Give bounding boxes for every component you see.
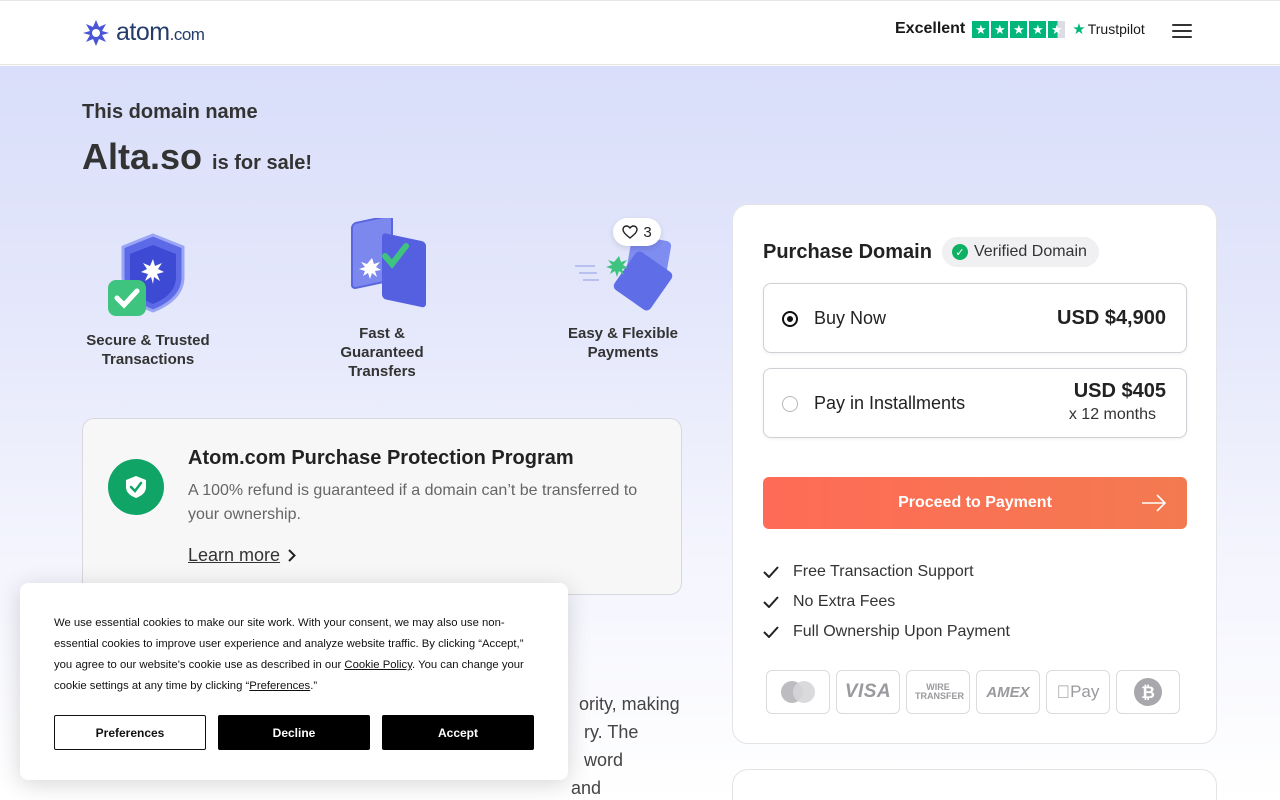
benefits-list: Free Transaction Support No Extra Fees F… bbox=[763, 557, 1010, 647]
rating-stars: ★ ★ ★ ★ ★ bbox=[972, 20, 1066, 38]
cookie-policy-link[interactable]: Cookie Policy bbox=[344, 659, 412, 671]
hero-subtitle: This domain name bbox=[82, 101, 258, 123]
apple-pay-icon: Pay bbox=[1046, 670, 1110, 714]
rating-word: Excellent bbox=[895, 20, 966, 37]
installments-label: Pay in Installments bbox=[814, 393, 966, 413]
protection-title: Atom.com Purchase Protection Program bbox=[188, 447, 574, 469]
arrow-right-icon bbox=[1142, 494, 1167, 512]
feature-transfers: Fast & Guaranteed Transfers bbox=[316, 214, 448, 381]
atom-logo[interactable]: atom.com bbox=[82, 18, 205, 47]
hamburger-menu-icon[interactable] bbox=[1172, 24, 1192, 40]
feature-transfers-label: Fast & Guaranteed Transfers bbox=[340, 325, 424, 380]
purchase-domain-card: Purchase Domain ✓ Verified Domain Buy No… bbox=[732, 204, 1217, 744]
learn-more-link[interactable]: Learn more bbox=[188, 545, 296, 566]
installments-term: x 12 months bbox=[1068, 406, 1156, 423]
for-sale-text: is for sale! bbox=[212, 152, 313, 174]
star-icon: ★ bbox=[1010, 20, 1028, 38]
secondary-card bbox=[732, 769, 1217, 800]
trustpilot-star-icon: ★ bbox=[1072, 21, 1086, 38]
proceed-label: Proceed to Payment bbox=[898, 494, 1052, 511]
verified-label: Verified Domain bbox=[973, 243, 1087, 260]
svg-text:₿: ₿ bbox=[1141, 683, 1155, 703]
mastercard-icon bbox=[766, 670, 830, 714]
wire-transfer-icon: WIRE TRANSFER bbox=[906, 670, 970, 714]
star-icon: ★ bbox=[972, 20, 990, 38]
proceed-to-payment-button[interactable]: Proceed to Payment bbox=[763, 477, 1187, 529]
trustpilot-logo: ★ Trustpilot bbox=[1072, 21, 1145, 38]
logo-text: atom.com bbox=[116, 18, 205, 46]
heart-icon bbox=[622, 225, 639, 239]
trustpilot-rating[interactable]: Excellent ★ ★ ★ ★ ★ ★ Trustpilot bbox=[895, 20, 1145, 38]
feature-secure: Secure & Trusted Transactions bbox=[82, 225, 214, 369]
star-icon: ★ bbox=[1029, 20, 1047, 38]
purchase-protection-card: Atom.com Purchase Protection Program A 1… bbox=[82, 418, 682, 595]
bitcoin-icon: ₿ bbox=[1116, 670, 1180, 714]
hero-title: Alta.so is for sale! bbox=[82, 136, 312, 178]
purchase-header: Purchase Domain ✓ Verified Domain bbox=[763, 237, 1099, 267]
learn-more-label: Learn more bbox=[188, 545, 281, 565]
buy-now-price: USD $4,900 bbox=[1057, 307, 1166, 329]
shield-check-icon bbox=[108, 459, 164, 515]
cookie-consent-banner: We use essential cookies to make our sit… bbox=[20, 583, 568, 780]
check-icon bbox=[763, 596, 779, 608]
benefit-item: Free Transaction Support bbox=[763, 557, 1010, 587]
check-icon bbox=[763, 566, 779, 578]
transfer-cards-illustration bbox=[332, 214, 432, 318]
like-button[interactable]: 3 bbox=[613, 218, 661, 246]
feature-secure-label: Secure & Trusted Transactions bbox=[86, 332, 210, 368]
feature-payments-label: Easy & Flexible Payments bbox=[567, 325, 679, 361]
verified-check-icon: ✓ bbox=[951, 244, 968, 260]
installments-price: USD $405 bbox=[1073, 380, 1166, 402]
preferences-link[interactable]: Preferences bbox=[249, 680, 310, 692]
benefit-item: Full Ownership Upon Payment bbox=[763, 617, 1010, 647]
star-icon: ★ bbox=[991, 20, 1009, 38]
option-installments[interactable]: Pay in Installments USD $405 x 12 months bbox=[763, 368, 1187, 438]
half-star-icon: ★ bbox=[1048, 20, 1066, 38]
buy-now-label: Buy Now bbox=[814, 308, 887, 328]
verified-badge: ✓ Verified Domain bbox=[941, 237, 1099, 267]
atom-logo-icon bbox=[83, 19, 109, 46]
option-buy-now[interactable]: Buy Now USD $4,900 bbox=[763, 283, 1187, 353]
cookie-accept-button[interactable]: Accept bbox=[382, 715, 534, 750]
payment-methods: VISA WIRE TRANSFER AMEX Pay ₿ bbox=[766, 670, 1180, 714]
domain-name: Alta.so bbox=[82, 136, 203, 177]
cookie-preferences-button[interactable]: Preferences bbox=[54, 715, 206, 750]
cookie-text: We use essential cookies to make our sit… bbox=[54, 617, 524, 692]
amex-icon: AMEX bbox=[976, 670, 1040, 714]
benefit-item: No Extra Fees bbox=[763, 587, 1010, 617]
like-count: 3 bbox=[643, 223, 652, 241]
secure-shield-illustration bbox=[98, 225, 198, 325]
chevron-right-icon bbox=[288, 549, 296, 562]
visa-icon: VISA bbox=[836, 670, 900, 714]
protection-description: A 100% refund is guaranteed if a domain … bbox=[188, 482, 638, 523]
buy-now-radio[interactable] bbox=[782, 311, 798, 327]
cookie-decline-button[interactable]: Decline bbox=[218, 715, 370, 750]
check-icon bbox=[763, 626, 779, 638]
top-navigation-bar: atom.com Excellent ★ ★ ★ ★ ★ ★ Trustpilot bbox=[0, 0, 1280, 65]
installments-radio[interactable] bbox=[782, 396, 798, 412]
purchase-title: Purchase Domain bbox=[763, 240, 932, 263]
